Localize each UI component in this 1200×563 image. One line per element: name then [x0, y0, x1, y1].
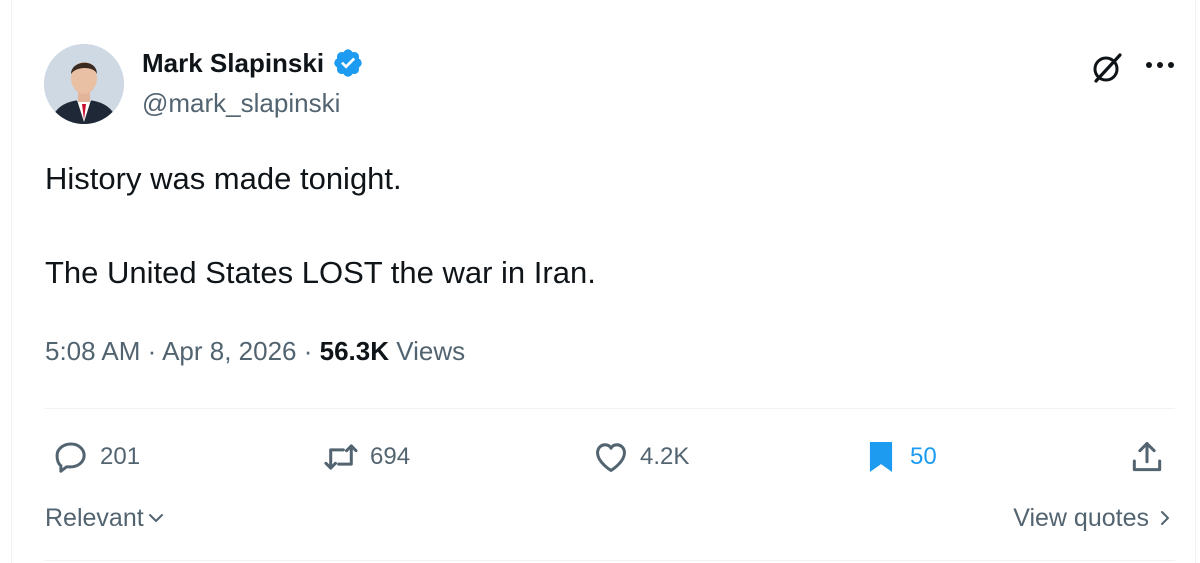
repost-button[interactable]: 694 — [322, 437, 410, 477]
reply-count: 201 — [100, 443, 141, 470]
chevron-down-icon — [148, 514, 163, 522]
repost-count: 694 — [370, 443, 411, 470]
verified-badge-icon — [332, 47, 364, 79]
reply-icon — [55, 442, 86, 473]
tweet-time[interactable]: 5:08 AM — [45, 336, 140, 366]
tweet-line-2: The United States LOST the war in Iran. — [45, 255, 596, 290]
views-label: Views — [396, 336, 466, 366]
display-name-row[interactable]: Mark Slapinski — [142, 47, 364, 79]
display-name[interactable]: Mark Slapinski — [142, 47, 324, 79]
tweet-meta: 5:08 AM · Apr 8, 2026 · 56.3K Views — [45, 334, 465, 368]
bookmark-icon — [869, 441, 893, 473]
user-handle[interactable]: @mark_slapinski — [142, 87, 340, 119]
tweet-date[interactable]: Apr 8, 2026 — [162, 336, 296, 366]
sort-dropdown[interactable]: Relevant — [45, 501, 166, 535]
share-button[interactable] — [1128, 437, 1166, 477]
divider — [45, 560, 1175, 561]
meta-separator: · — [296, 336, 320, 366]
tweet-text: History was made tonight. The United Sta… — [45, 160, 1145, 292]
bookmark-button[interactable]: 50 — [862, 437, 937, 477]
bookmark-count: 50 — [910, 443, 937, 470]
avatar[interactable] — [44, 44, 124, 124]
view-quotes-label: View quotes — [1013, 504, 1149, 532]
reply-button[interactable]: 201 — [52, 437, 140, 477]
heart-icon — [596, 443, 626, 472]
like-count: 4.2K — [640, 443, 690, 470]
tweet-line-1: History was made tonight. — [45, 161, 402, 196]
sort-label: Relevant — [45, 504, 144, 532]
chevron-right-icon — [1161, 511, 1169, 525]
divider — [45, 408, 1175, 409]
more-options-icon[interactable] — [1143, 53, 1177, 77]
like-button[interactable]: 4.2K — [592, 437, 689, 477]
repost-icon — [324, 444, 358, 470]
view-quotes-link[interactable]: View quotes — [1013, 501, 1175, 535]
meta-separator: · — [140, 336, 163, 366]
grok-icon[interactable] — [1090, 51, 1124, 85]
views-count: 56.3K — [319, 336, 390, 366]
share-icon — [1132, 442, 1162, 472]
